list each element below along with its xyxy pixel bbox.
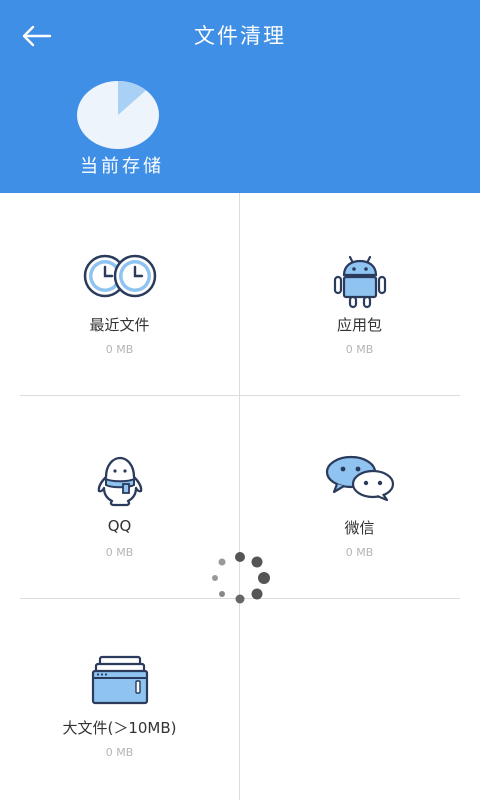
page-title: 文件清理 [194,24,286,48]
category-label: QQ [107,517,132,535]
header-bar: 文件清理 当前存储 [0,0,480,193]
category-wechat[interactable]: 微信 0 MB [240,396,479,598]
category-label: 最近文件 [89,316,150,334]
category-qq[interactable]: QQ 0 MB [0,396,239,598]
category-size: 0 MB [105,746,134,759]
wechat-icon [325,455,394,501]
category-label: 大文件(＞10MB) [62,719,177,737]
window-stack-icon [91,655,148,705]
category-size: 0 MB [345,343,374,356]
category-large-files[interactable]: 大文件(＞10MB) 0 MB [0,599,239,801]
clocks-icon [83,254,156,298]
category-label: 应用包 [336,316,382,334]
storage-pie-chart [77,81,159,149]
loading-spinner-icon [212,552,270,604]
category-size: 0 MB [345,546,374,559]
android-icon [333,255,386,309]
category-grid: 最近文件 0 MB 应用包 0 MB QQ 0 MB 微信 0 MB 大文件(＞… [0,193,480,800]
qq-penguin-icon [97,456,142,507]
category-size: 0 MB [105,546,134,559]
category-recent-files[interactable]: 最近文件 0 MB [0,193,239,395]
category-label: 微信 [344,519,375,537]
storage-label: 当前存储 [80,156,164,177]
category-app-packages[interactable]: 应用包 0 MB [240,193,479,395]
category-size: 0 MB [105,343,134,356]
